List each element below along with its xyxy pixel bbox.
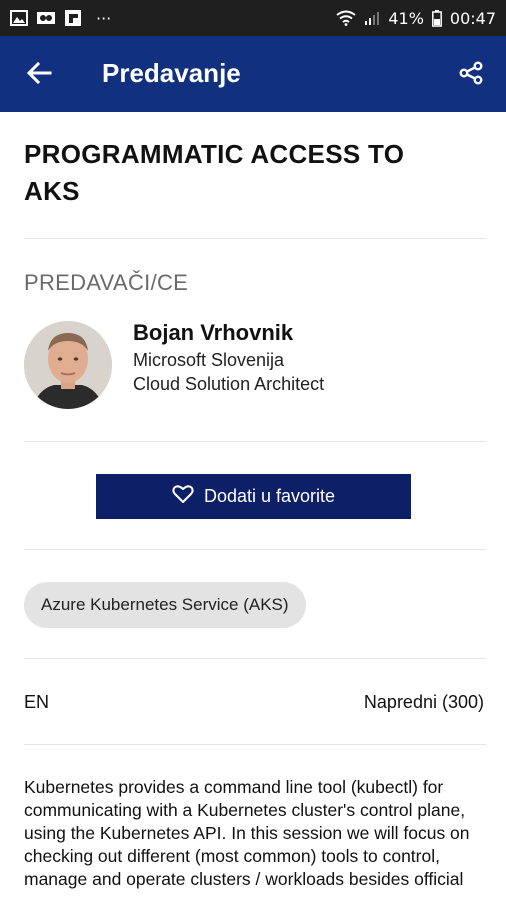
back-button[interactable] [24, 60, 54, 90]
divider [24, 238, 486, 239]
app-bar: Predavanje [0, 36, 506, 112]
more-notifications-icon: ··· [96, 8, 112, 28]
speakers-label: PREDAVAČI/CE [24, 270, 189, 295]
signal-icon [364, 10, 380, 26]
speaker-organization: Microsoft Slovenija [133, 350, 285, 370]
speaker-name[interactable]: Bojan Vrhovnik [133, 320, 293, 346]
page-title: Predavanje [102, 58, 241, 88]
battery-icon [431, 9, 442, 27]
heart-outline-icon [172, 484, 194, 509]
tag-chip[interactable]: Azure Kubernetes Service (AKS) [24, 582, 306, 628]
flipboard-icon [64, 9, 82, 27]
clock: 00:47 [449, 8, 496, 28]
divider [24, 744, 486, 745]
gallery-icon [10, 10, 28, 26]
avatar[interactable] [24, 321, 112, 409]
wifi-icon [336, 10, 356, 26]
add-to-favorites-label: Dodati u favorite [203, 486, 336, 506]
divider [24, 549, 486, 550]
session-title: PROGRAMMATIC ACCESS TO AKS [24, 139, 405, 206]
arrow-left-icon [26, 61, 52, 90]
add-to-favorites-button[interactable]: Dodati u favorite [96, 474, 411, 519]
level-value: Napredni (300) [363, 692, 484, 712]
divider [24, 441, 486, 442]
battery-percent: 41% [388, 8, 424, 28]
session-description: Kubernetes provides a command line tool … [24, 777, 470, 889]
divider [24, 658, 486, 659]
share-button[interactable] [456, 60, 486, 90]
video-icon [36, 10, 56, 26]
status-bar: ··· 41% 00:47 [0, 0, 506, 36]
language-value: EN [24, 692, 50, 712]
share-icon [458, 61, 484, 90]
speaker-role: Cloud Solution Architect [133, 374, 325, 394]
